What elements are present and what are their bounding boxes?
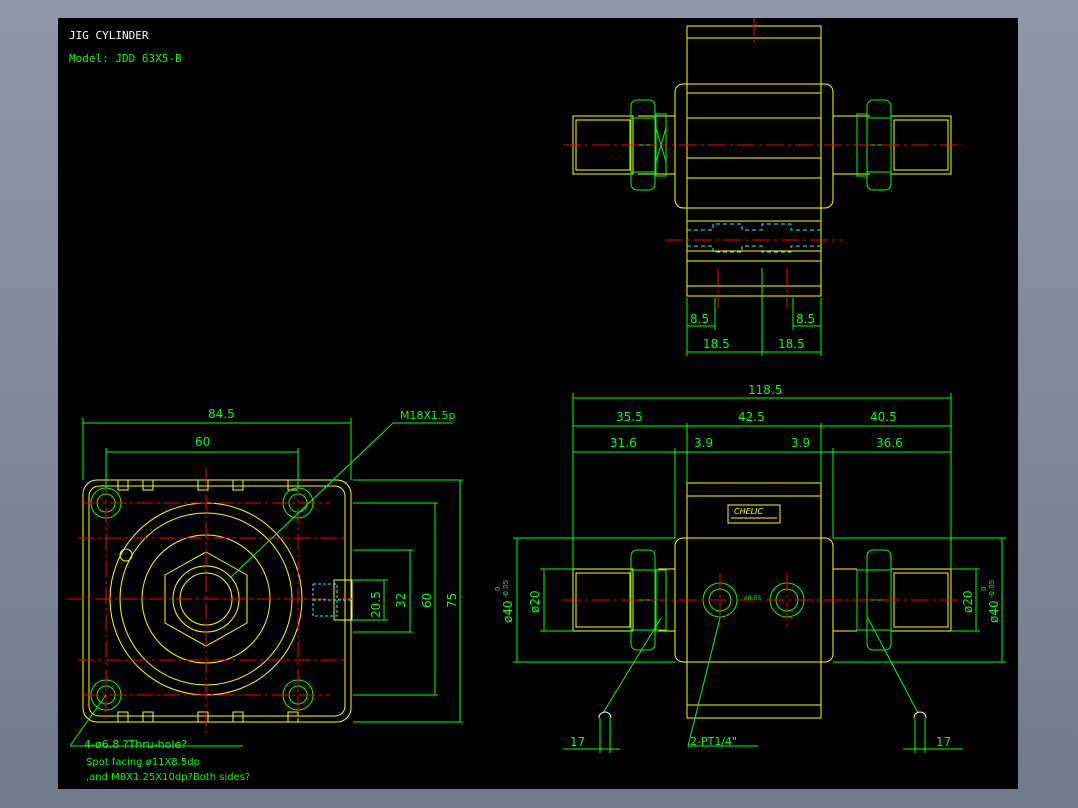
thread-label: M18X1.5p bbox=[400, 409, 456, 422]
brand-plate: CHELIC bbox=[727, 504, 781, 524]
top-view: 8.5 8.5 18.5 18.5 bbox=[563, 18, 963, 356]
hole-note-line-2: Spot facing ø11X8.5dp bbox=[86, 757, 200, 768]
front-view: 84.5 60 M18X1.5p 20.5 32 60 75 4-ø6.8 ?T… bbox=[68, 407, 463, 783]
dim-dia20-left: ø20 bbox=[528, 590, 542, 613]
title-line-2: Model: JDD 63X5-B bbox=[69, 52, 182, 65]
dim-dia20-right: ø20 bbox=[961, 590, 975, 613]
dim-40-5: 40.5 bbox=[870, 410, 897, 424]
dim-118-5: 118.5 bbox=[748, 383, 782, 397]
dim-42-5: 42.5 bbox=[738, 410, 765, 424]
dim-36-6: 36.6 bbox=[876, 436, 903, 450]
dim-17-left: 17 bbox=[570, 735, 585, 749]
drawing-canvas: JIG CYLINDER Model: JDD 63X5-B 8.5 8.5 1… bbox=[58, 18, 1018, 789]
dim-75: 75 bbox=[445, 593, 459, 608]
dim-3-9-right: 3.9 bbox=[791, 436, 810, 450]
brand-label: CHELIC bbox=[734, 507, 763, 516]
small-mark: ø0.03 bbox=[744, 595, 761, 602]
dim-8-5-right: 8.5 bbox=[796, 312, 815, 326]
tol-right-lower: -0.05 bbox=[988, 580, 996, 598]
tol-left-lower: -0.05 bbox=[502, 580, 510, 598]
dim-20-5: 20.5 bbox=[369, 591, 383, 618]
title-line-1: JIG CYLINDER bbox=[69, 29, 149, 42]
dim-32: 32 bbox=[394, 593, 408, 608]
dim-18-5-right: 18.5 bbox=[778, 337, 805, 351]
tol-right-upper: 0 bbox=[980, 587, 988, 591]
dim-8-5-left: 8.5 bbox=[690, 312, 709, 326]
dim-dia40-left: ø40 bbox=[501, 600, 515, 623]
dim-35-5: 35.5 bbox=[616, 410, 643, 424]
hole-note-line-1: 4-ø6.8 ?Thru-hole? bbox=[84, 738, 187, 751]
dim-60-vertical: 60 bbox=[420, 593, 434, 608]
dim-17-right: 17 bbox=[936, 735, 951, 749]
dim-3-9-left: 3.9 bbox=[694, 436, 713, 450]
dim-dia40-right: ø40 bbox=[987, 600, 1001, 623]
tol-left-upper: 0 bbox=[494, 587, 502, 591]
hole-note-line-3: ,and M8X1.25X10dp?Both sides? bbox=[86, 772, 250, 783]
dim-84-5: 84.5 bbox=[208, 407, 235, 421]
dim-60-horizontal: 60 bbox=[195, 435, 210, 449]
port-label: 2-PT1/4" bbox=[690, 735, 737, 748]
dim-18-5-left: 18.5 bbox=[703, 337, 730, 351]
side-view: CHELIC ø0.03 118.5 35.5 42.5 40.5 31.6 3… bbox=[494, 383, 1006, 753]
dim-31-6: 31.6 bbox=[610, 436, 637, 450]
